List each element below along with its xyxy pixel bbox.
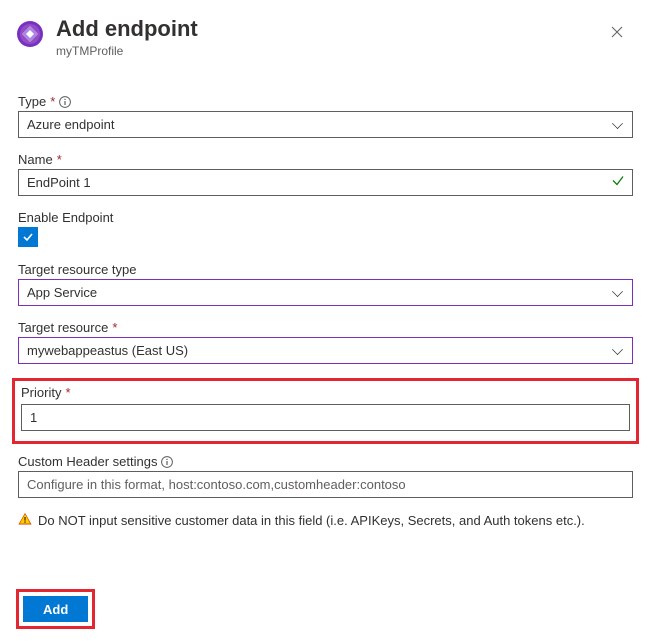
label-target: Target resource * [18,320,633,335]
footer: Add [16,589,95,629]
label-priority-text: Priority [21,385,61,400]
warning-row: Do NOT input sensitive customer data in … [18,512,633,529]
label-name: Name * [18,152,633,167]
required-mark: * [65,385,70,400]
traffic-manager-icon [16,20,44,48]
label-target-type-text: Target resource type [18,262,137,277]
close-icon [611,26,623,38]
input-priority[interactable] [21,404,630,431]
field-name: Name * [18,152,633,196]
label-priority: Priority * [21,385,630,400]
titles: Add endpoint myTMProfile [56,16,601,58]
label-type: Type * [18,94,633,109]
input-name-wrap [18,169,633,196]
checkbox-enable[interactable] [18,227,38,247]
priority-highlight: Priority * [12,378,639,444]
label-custom-header-text: Custom Header settings [18,454,157,469]
label-target-type: Target resource type [18,262,633,277]
panel-subtitle: myTMProfile [56,44,601,58]
info-icon[interactable] [161,456,173,468]
field-target-type: Target resource type [18,262,633,306]
add-button[interactable]: Add [23,596,88,622]
select-target-wrap [18,337,633,364]
field-custom-header: Custom Header settings [18,454,633,498]
required-mark: * [57,152,62,167]
label-enable-text: Enable Endpoint [18,210,113,225]
warning-icon [18,512,32,529]
add-button-highlight: Add [16,589,95,629]
label-target-text: Target resource [18,320,108,335]
form-body: Type * Name * [16,94,633,529]
checkmark-icon [22,231,34,243]
input-name[interactable] [18,169,633,196]
add-endpoint-panel: Add endpoint myTMProfile Type * Name * [0,0,653,641]
info-icon[interactable] [59,96,71,108]
warning-text: Do NOT input sensitive customer data in … [38,513,585,528]
field-target: Target resource * [18,320,633,364]
label-enable: Enable Endpoint [18,210,633,225]
panel-title: Add endpoint [56,16,601,42]
select-type-wrap [18,111,633,138]
required-mark: * [112,320,117,335]
field-type: Type * [18,94,633,138]
label-name-text: Name [18,152,53,167]
field-enable: Enable Endpoint [18,210,633,248]
select-target-type-wrap [18,279,633,306]
input-custom-header[interactable] [18,471,633,498]
select-target-type[interactable] [18,279,633,306]
close-button[interactable] [601,16,633,48]
select-type[interactable] [18,111,633,138]
select-target[interactable] [18,337,633,364]
panel-header: Add endpoint myTMProfile [16,16,633,58]
label-custom-header: Custom Header settings [18,454,633,469]
label-type-text: Type [18,94,46,109]
required-mark: * [50,94,55,109]
